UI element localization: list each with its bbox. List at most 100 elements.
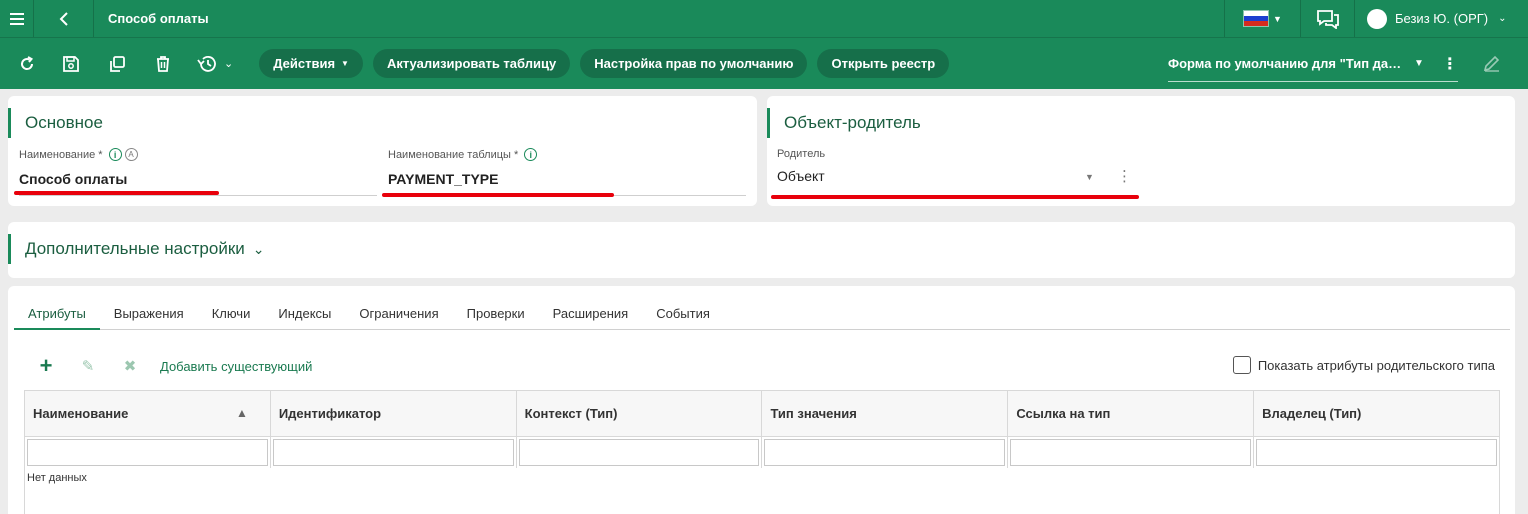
kebab-menu-icon[interactable]: ⋮: [1117, 167, 1132, 185]
table-label-text: Наименование таблицы *: [388, 148, 519, 161]
open-registry-button[interactable]: Открыть реестр: [817, 49, 950, 78]
additional-settings-card[interactable]: Дополнительные настройки ⌄: [8, 222, 1515, 278]
filter-cell: [761, 436, 1009, 469]
form-selector[interactable]: Форма по умолчанию для "Тип данных" ▼ ⋮: [1168, 46, 1458, 82]
default-rights-label: Настройка прав по умолчанию: [594, 56, 794, 71]
language-selector[interactable]: ▼: [1224, 0, 1300, 37]
name-field[interactable]: Способ оплаты: [19, 171, 127, 187]
attributes-panel: Атрибуты Выражения Ключи Индексы Огранич…: [8, 286, 1515, 514]
name-field-label: Наименование * i A: [19, 148, 138, 161]
grid-toolbar: + ✎ ✖ Добавить существующий: [34, 353, 313, 378]
close-icon[interactable]: ✖: [118, 356, 142, 376]
user-menu[interactable]: Безиз Ю. (ОРГ) ⌄: [1354, 0, 1528, 37]
column-header-identifier[interactable]: Идентификатор: [269, 390, 517, 437]
menu-button[interactable]: [0, 0, 34, 37]
column-header-label: Идентификатор: [278, 406, 382, 421]
filter-input-type-ref[interactable]: [1010, 439, 1252, 466]
open-registry-label: Открыть реестр: [831, 56, 936, 71]
filter-input-value-type[interactable]: [764, 439, 1006, 466]
tab-expressions[interactable]: Выражения: [100, 306, 198, 330]
chevron-down-icon: ⌄: [1498, 13, 1507, 24]
name-label-text: Наименование *: [19, 148, 103, 161]
column-header-context[interactable]: Контекст (Тип): [515, 390, 763, 437]
column-header-type-ref[interactable]: Ссылка на тип: [1007, 390, 1255, 437]
parent-field-label: Родитель: [777, 148, 826, 160]
column-header-label: Тип значения: [770, 406, 857, 421]
main-card-title: Основное: [8, 108, 103, 138]
page-title: Способ оплаты: [108, 11, 209, 26]
filter-cell: [1007, 436, 1255, 469]
filter-input-owner[interactable]: [1256, 439, 1497, 466]
tab-keys[interactable]: Ключи: [198, 306, 265, 330]
caret-down-icon: ▼: [1414, 58, 1424, 69]
back-button[interactable]: [34, 0, 94, 37]
trash-icon: [157, 55, 169, 72]
refresh-table-button[interactable]: Актуализировать таблицу: [372, 49, 571, 78]
show-parent-attributes[interactable]: Показать атрибуты родительского типа: [1232, 356, 1495, 374]
copy-button[interactable]: [102, 49, 132, 79]
kebab-menu-icon[interactable]: ⋮: [1442, 54, 1458, 74]
caret-down-icon[interactable]: ▼: [1085, 172, 1094, 182]
avatar: [1367, 8, 1387, 29]
table-name-field[interactable]: PAYMENT_TYPE: [388, 171, 498, 187]
info-icon[interactable]: i: [108, 148, 122, 161]
column-header-owner[interactable]: Владелец (Тип): [1253, 390, 1500, 437]
filter-cell: [515, 436, 763, 469]
user-name: Безиз Ю. (ОРГ): [1395, 11, 1489, 26]
refresh-icon: [21, 55, 34, 70]
filter-input-identifier[interactable]: [272, 439, 514, 466]
chat-icon: [1316, 9, 1339, 29]
parent-field[interactable]: Объект: [777, 168, 825, 184]
delete-button[interactable]: [148, 49, 178, 79]
actions-button[interactable]: Действия ▼: [259, 49, 363, 78]
show-parent-checkbox[interactable]: [1232, 356, 1251, 374]
additional-settings-label: Дополнительные настройки: [25, 239, 245, 258]
pencil-icon: [1483, 55, 1500, 72]
tab-constraints[interactable]: Ограничения: [345, 306, 452, 330]
filter-input-context[interactable]: [518, 439, 760, 466]
sort-asc-icon[interactable]: ▲: [236, 406, 248, 420]
actions-label: Действия: [273, 56, 336, 71]
additional-settings-title: Дополнительные настройки ⌄: [8, 234, 265, 264]
filter-cell: [1253, 436, 1500, 469]
main-card: Основное Наименование * i A Способ оплат…: [8, 96, 757, 206]
chat-button[interactable]: [1300, 0, 1354, 37]
add-existing-link[interactable]: Добавить существующий: [160, 359, 312, 374]
table-header-row: Наименование ▲ Идентификатор Контекст (Т…: [24, 390, 1500, 437]
form-selector-value: Форма по умолчанию для "Тип данных": [1168, 56, 1404, 71]
tab-indexes[interactable]: Индексы: [264, 306, 345, 330]
filter-cell: [24, 436, 271, 469]
show-parent-label: Показать атрибуты родительского типа: [1257, 357, 1495, 373]
copy-icon: [110, 55, 125, 72]
plus-icon[interactable]: +: [34, 353, 58, 378]
parent-card-title: Объект-родитель: [767, 108, 921, 138]
caret-down-icon: ▼: [1273, 13, 1282, 24]
column-header-name[interactable]: Наименование ▲: [24, 390, 271, 437]
annotation-underline: [382, 193, 614, 197]
filter-cell: [269, 436, 517, 469]
tab-checks[interactable]: Проверки: [453, 306, 539, 330]
hamburger-icon: [9, 12, 24, 25]
caret-down-icon: ▼: [341, 59, 349, 68]
toolbar: ⌄ Действия ▼ Актуализировать таблицу Нас…: [0, 37, 1528, 89]
tab-events[interactable]: События: [642, 306, 724, 330]
top-bar: Способ оплаты ▼ Безиз Ю. (ОРГ) ⌄: [0, 0, 1528, 37]
table-name-label: Наименование таблицы * i: [388, 148, 538, 161]
save-button[interactable]: [56, 49, 86, 79]
history-button[interactable]: ⌄: [196, 54, 233, 74]
refresh-button[interactable]: [12, 49, 42, 79]
info-icon[interactable]: i: [524, 148, 538, 161]
annotation-underline: [771, 195, 1139, 199]
column-header-label: Наименование: [33, 406, 129, 421]
tab-attributes[interactable]: Атрибуты: [14, 306, 100, 330]
auto-icon[interactable]: A: [124, 148, 138, 161]
pencil-icon[interactable]: ✎: [76, 356, 100, 376]
default-rights-button[interactable]: Настройка прав по умолчанию: [580, 49, 808, 78]
tab-extensions[interactable]: Расширения: [539, 306, 643, 330]
refresh-table-label: Актуализировать таблицу: [386, 56, 557, 71]
filter-input-name[interactable]: [27, 439, 268, 466]
column-header-value-type[interactable]: Тип значения: [761, 390, 1009, 437]
russia-flag-icon: [1243, 10, 1270, 27]
edit-button[interactable]: [1480, 51, 1504, 75]
chevron-left-icon: [59, 11, 68, 26]
